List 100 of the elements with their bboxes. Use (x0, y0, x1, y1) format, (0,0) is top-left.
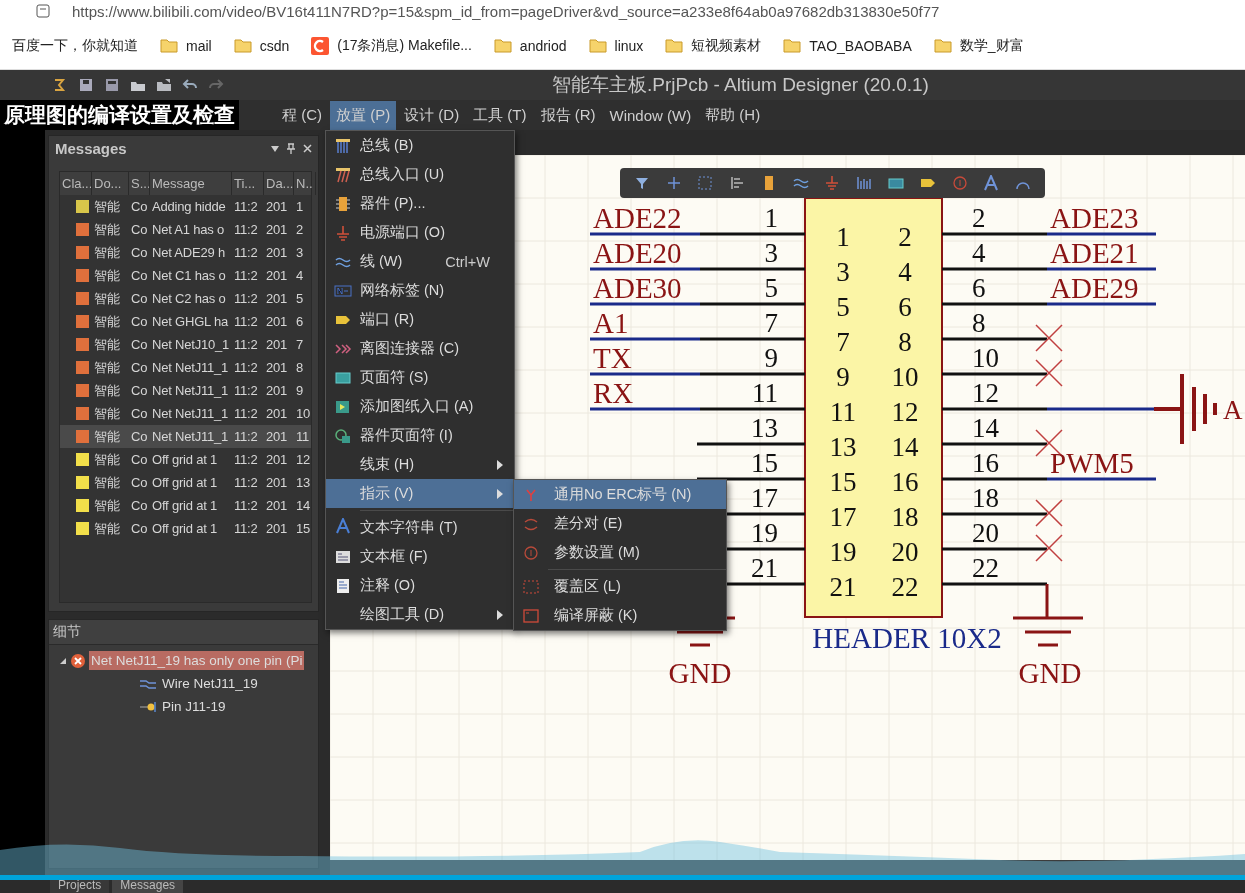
message-row[interactable]: 智能 Co Net C2 has o 11:2 201 5 (60, 287, 311, 310)
table-cell-text: 13 (295, 474, 312, 492)
folder-icon[interactable] (156, 77, 172, 93)
tree-item[interactable]: Pin J11-19 (160, 697, 228, 716)
message-row[interactable]: 智能 Co Adding hidde 11:2 201 1 (60, 195, 311, 218)
bus-icon[interactable] (856, 175, 873, 191)
menu-item[interactable]: 差分对 (E) (514, 509, 726, 538)
bookmark[interactable]: csdn (233, 37, 290, 54)
message-row[interactable]: 智能 Co Net NetJ11_1 11:2 201 8 (60, 356, 311, 379)
table-cell-text: 10 (295, 405, 312, 423)
dropdown-icon[interactable] (271, 145, 279, 152)
pin-number: 12 (972, 378, 999, 408)
pin-number: 13 (829, 432, 857, 462)
video-caption: 原理图的编译设置及检查 (0, 100, 239, 130)
table-cell-text: 11:2 (233, 497, 259, 515)
message-row[interactable]: 智能 Co Net NetJ11_1 11:2 201 10 (60, 402, 311, 425)
message-row[interactable]: 智能 Co Off grid at 1 11:2 201 15 (60, 517, 311, 540)
save-icon[interactable] (78, 77, 94, 93)
menu-item[interactable]: 参数设置 (M) (514, 538, 726, 567)
message-row[interactable]: 智能 Co Net C1 has o 11:2 201 4 (60, 264, 311, 287)
column-header[interactable]: N.. (294, 172, 316, 195)
menu-bar-item[interactable]: 设计 (D) (398, 100, 466, 130)
column-header[interactable]: Da... (264, 172, 294, 195)
c-logo-icon (311, 36, 330, 55)
pin-number: 12 (891, 397, 919, 427)
tree-item[interactable]: Wire NetJ11_19 (160, 674, 260, 693)
table-cell-text: 11:2 (233, 221, 259, 239)
parameter-icon[interactable] (951, 175, 968, 191)
table-cell-text: 2 (295, 221, 305, 239)
menu-bar-item[interactable]: Window (W) (603, 101, 698, 129)
table-cell-text: 12 (295, 451, 312, 469)
bookmark[interactable]: 数学_财富 (933, 36, 1024, 55)
plus-icon[interactable] (665, 175, 682, 191)
message-row[interactable]: 智能 Co Net NetJ11_1 11:2 201 11 (60, 425, 311, 448)
menu-item[interactable]: 通用No ERC标号 (N) (514, 480, 726, 509)
menu-item[interactable]: 编译屏蔽 (K) (514, 601, 726, 630)
bookmark[interactable]: 短视频素材 (665, 36, 762, 55)
expand-arrow-icon[interactable] (59, 656, 67, 665)
table-cell-text: Co (130, 290, 149, 308)
pin-number: 6 (972, 273, 986, 303)
bookmark[interactable]: (17条消息) Makefile... (311, 36, 472, 55)
save-all-icon[interactable] (104, 77, 120, 93)
message-row[interactable]: 智能 Co Off grid at 1 11:2 201 12 (60, 448, 311, 471)
net-label-icon (334, 282, 352, 299)
column-header[interactable]: S... (129, 172, 150, 195)
pin-number: 13 (751, 413, 778, 443)
message-row[interactable]: 智能 Co Net A1 has o 11:2 201 2 (60, 218, 311, 241)
menu-item[interactable]: 覆盖区 (L) (514, 572, 726, 601)
bookmark[interactable]: mail (160, 37, 212, 54)
bookmark[interactable]: TAO_BAOBABA (783, 37, 912, 54)
align-icon[interactable] (729, 175, 746, 191)
pin-number: 3 (836, 257, 850, 287)
message-row[interactable]: 智能 Co Net ADE29 h 11:2 201 3 (60, 241, 311, 264)
table-cell-text: 智能 (93, 312, 121, 331)
page-info-icon[interactable] (36, 4, 50, 18)
table-cell-text: 11:2 (233, 520, 259, 538)
power-label: A (1223, 395, 1243, 425)
sheet-symbol-icon[interactable] (888, 175, 904, 191)
menu-item[interactable]: 指示 (V) (326, 479, 514, 508)
menu-bar-item[interactable]: 帮助 (H) (699, 100, 767, 130)
table-cell-text: 11:2 (233, 359, 259, 377)
bookmark[interactable]: andriod (493, 37, 567, 54)
menu-bar-item[interactable]: 报告 (R) (534, 100, 602, 130)
close-icon[interactable] (303, 144, 312, 153)
column-header[interactable]: Cla... (60, 172, 92, 195)
table-cell-text: 11:2 (233, 290, 259, 308)
table-cell-text: 201 (265, 474, 289, 492)
pin-number: 7 (836, 327, 850, 357)
message-row[interactable]: 智能 Co Off grid at 1 11:2 201 13 (60, 471, 311, 494)
message-row[interactable]: 智能 Co Net NetJ11_1 11:2 201 9 (60, 379, 311, 402)
folder-icon (233, 38, 252, 53)
column-header[interactable]: Do... (92, 172, 129, 195)
column-header[interactable]: Ti... (232, 172, 264, 195)
message-row[interactable]: 智能 Co Net GHGL ha 11:2 201 6 (60, 310, 311, 333)
error-icon (70, 652, 86, 669)
column-header[interactable]: Message (150, 172, 232, 195)
table-cell-text: Net C2 has o (151, 290, 227, 308)
message-row[interactable]: 智能 Co Net NetJ10_1 11:2 201 7 (60, 333, 311, 356)
pin-icon[interactable] (287, 143, 295, 154)
table-cell-text: 智能 (93, 450, 121, 469)
logo-icon[interactable] (52, 77, 68, 93)
menu-bar-item[interactable]: 程 (C) (276, 100, 328, 130)
filter-icon[interactable] (633, 175, 650, 191)
pin-number: 15 (829, 467, 857, 497)
pin-number: 20 (972, 518, 999, 548)
bookmark[interactable]: linux (588, 37, 644, 54)
note-icon (334, 577, 352, 594)
table-cell-text: 智能 (93, 220, 121, 239)
table-cell-text: Co (130, 382, 149, 400)
pin-number: 16 (891, 467, 919, 497)
menu-bar-item[interactable]: 工具 (T) (467, 100, 533, 130)
pin-number: 18 (972, 483, 999, 513)
parameter-icon (522, 544, 540, 561)
table-cell-text: 11:2 (233, 336, 259, 354)
pin-number: 8 (898, 327, 912, 357)
text-a-icon[interactable] (983, 175, 1000, 191)
bookmark[interactable]: 百度一下，你就知道 (12, 36, 138, 55)
text-frame-icon (334, 548, 352, 565)
message-row[interactable]: 智能 Co Off grid at 1 11:2 201 14 (60, 494, 311, 517)
table-cell-text: 201 (265, 359, 289, 377)
